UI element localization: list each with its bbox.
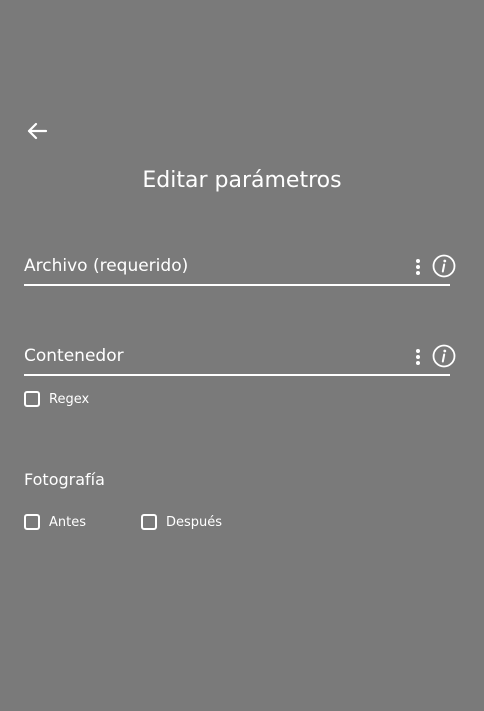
contenedor-input[interactable] [24,340,404,372]
archivo-field [24,250,456,286]
page-title: Editar parámetros [142,168,342,193]
regex-label: Regex [49,391,90,407]
kebab-menu-icon [416,349,420,365]
archivo-input[interactable] [24,250,404,282]
regex-checkbox-row[interactable]: Regex [24,391,89,407]
regex-checkbox[interactable] [24,391,40,407]
kebab-menu-icon [416,259,420,275]
fotografia-label: Fotografía [24,470,105,489]
archivo-info-button[interactable] [432,254,456,278]
despues-label: Después [166,514,223,530]
archivo-menu-button[interactable] [410,256,426,278]
info-icon [432,344,456,368]
antes-label: Antes [49,514,87,530]
back-button[interactable] [22,116,52,146]
antes-checkbox-row[interactable]: Antes [24,514,86,530]
info-icon [432,254,456,278]
arrow-left-icon [27,122,48,140]
contenedor-field [24,340,456,376]
contenedor-menu-button[interactable] [410,346,426,368]
despues-checkbox[interactable] [141,514,157,530]
despues-checkbox-row[interactable]: Después [141,514,222,530]
antes-checkbox[interactable] [24,514,40,530]
contenedor-info-button[interactable] [432,344,456,368]
